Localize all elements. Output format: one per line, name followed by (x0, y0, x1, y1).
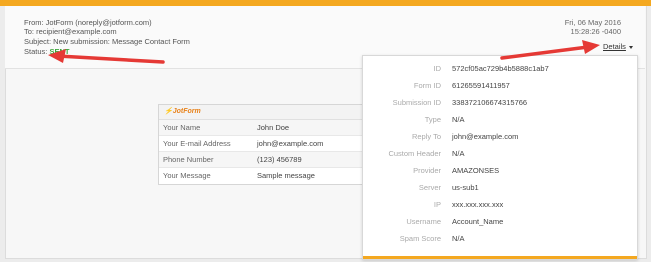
detail-key: Server (418, 183, 441, 192)
status-line: Status: SENT (24, 47, 69, 56)
chevron-down-icon (628, 45, 633, 49)
details-label: Details (603, 42, 626, 51)
field-value: John Doe (257, 123, 290, 132)
email-date: Fri, 06 May 2016 (564, 18, 621, 27)
detail-row-form-id: Form ID 61265591411957 (363, 80, 637, 92)
detail-key: Type (424, 115, 441, 124)
detail-key: Reply To (411, 132, 441, 141)
detail-key: Submission ID (392, 98, 441, 107)
detail-value: N/A (452, 149, 465, 158)
detail-key: ID (433, 64, 442, 73)
subject-line: Subject: New submission: Message Contact… (24, 37, 190, 46)
field-value: (123) 456789 (257, 155, 302, 164)
detail-value: AMAZONSES (452, 166, 500, 175)
detail-row-id: ID 572cf05ac729b4b5888c1ab7 (363, 63, 637, 75)
form-preview: ⚡JotForm Your Name John Doe Your E-mail A… (158, 104, 365, 185)
status-badge: SENT (49, 47, 70, 56)
detail-key: Username (406, 217, 441, 226)
detail-row-provider: Provider AMAZONSES (363, 165, 637, 177)
detail-row-type: Type N/A (363, 114, 637, 126)
detail-value: N/A (452, 234, 465, 243)
form-row: Your Message Sample message (159, 168, 364, 183)
status-label: Status: (24, 47, 48, 56)
detail-row-custom-header: Custom Header N/A (363, 148, 637, 160)
detail-row-reply-to: Reply To john@example.com (363, 131, 637, 143)
detail-value: N/A (452, 115, 465, 124)
form-row: Your Name John Doe (159, 120, 364, 136)
detail-value: Account_Name (452, 217, 504, 226)
detail-value: 338372106674315766 (452, 98, 528, 107)
detail-value: us-sub1 (452, 183, 479, 192)
detail-row-submission-id: Submission ID 338372106674315766 (363, 97, 637, 109)
detail-key: Spam Score (399, 234, 441, 243)
detail-key: Custom Header (388, 149, 441, 158)
detail-value: 572cf05ac729b4b5888c1ab7 (452, 64, 549, 73)
email-time: 15:28:26 -0400 (570, 27, 621, 36)
detail-row-username: Username Account_Name (363, 216, 637, 228)
form-row: Phone Number (123) 456789 (159, 152, 364, 168)
form-row: Your E-mail Address john@example.com (159, 136, 364, 152)
detail-row-ip: IP xxx.xxx.xxx.xxx (363, 199, 637, 211)
field-label: Phone Number (163, 155, 214, 164)
to-line: To: recipient@example.com (24, 27, 117, 36)
field-label: Your Message (163, 171, 211, 180)
field-label: Your Name (163, 123, 201, 132)
from-line: From: JotForm (noreply@jotform.com) (24, 18, 152, 27)
details-toggle[interactable]: Details (603, 42, 633, 51)
field-value: john@example.com (257, 139, 324, 148)
detail-key: Provider (413, 166, 441, 175)
detail-value: xxx.xxx.xxx.xxx (452, 200, 504, 209)
detail-row-server: Server us-sub1 (363, 182, 637, 194)
details-popup: ID 572cf05ac729b4b5888c1ab7 Form ID 612655… (362, 55, 638, 260)
detail-row-spam-score: Spam Score N/A (363, 233, 637, 245)
popup-accent-bar (363, 256, 637, 259)
detail-value: john@example.com (452, 132, 519, 141)
detail-key: Form ID (413, 81, 441, 90)
detail-value: 61265591411957 (452, 81, 510, 90)
field-value: Sample message (257, 171, 315, 180)
field-label: Your E-mail Address (163, 139, 231, 148)
jotform-logo: ⚡JotForm (159, 105, 364, 120)
detail-key: IP (433, 200, 441, 209)
